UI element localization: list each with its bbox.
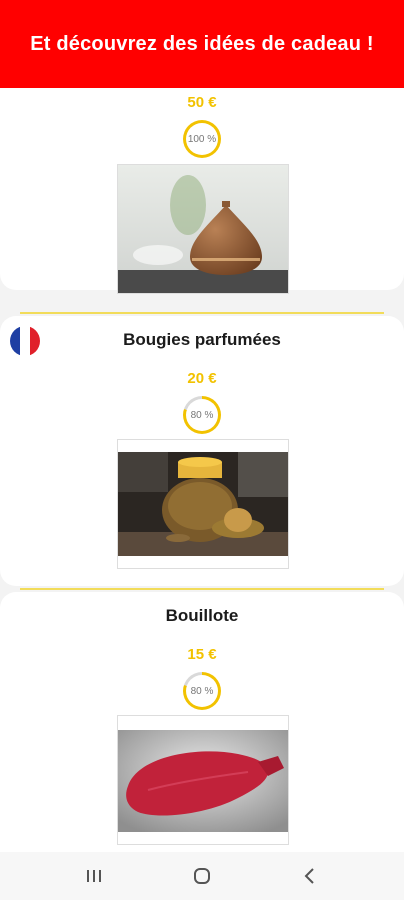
home-icon <box>194 868 210 884</box>
popularity-gauge: 80 % <box>183 396 221 434</box>
popularity-label: 80 % <box>186 399 218 431</box>
gift-price: 20 € <box>187 370 217 387</box>
diffuser-image <box>118 165 288 293</box>
back-button[interactable] <box>290 856 330 896</box>
recent-apps-icon <box>87 870 101 882</box>
item-divider <box>20 588 384 590</box>
gift-photo-diffuser[interactable] <box>117 164 289 294</box>
app-header: Et découvrez des idées de cadeau ! <box>0 0 404 88</box>
header-title: Et découvrez des idées de cadeau ! <box>30 32 374 55</box>
gift-card-candles[interactable]: Bougies parfumées 20 € 80 % <box>0 316 404 586</box>
popularity-label: 80 % <box>186 675 218 707</box>
gift-card-hot-water-bottle[interactable]: Bouillote 15 € 80 % <box>0 592 404 852</box>
popularity-gauge: 100 % <box>183 120 221 158</box>
candles-image <box>118 440 288 568</box>
gift-card-diffuser[interactable]: 50 € 100 % <box>0 88 404 294</box>
gift-price: 15 € <box>187 646 217 663</box>
gift-list[interactable]: 50 € 100 % Bougies parfumées 20 € 80 % B… <box>0 88 404 852</box>
hot-water-bottle-image <box>118 716 288 844</box>
gift-photo-hot-water-bottle[interactable] <box>117 715 289 845</box>
home-button[interactable] <box>182 856 222 896</box>
popularity-gauge: 80 % <box>183 672 221 710</box>
gift-title: Bougies parfumées <box>123 330 281 349</box>
gift-price: 50 € <box>187 94 217 111</box>
back-icon <box>304 868 314 884</box>
gift-title: Bouillote <box>165 606 239 625</box>
gift-photo-candles[interactable] <box>117 439 289 569</box>
system-nav-bar <box>0 852 404 900</box>
recent-apps-button[interactable] <box>74 856 114 896</box>
item-divider <box>20 312 384 314</box>
popularity-label: 100 % <box>186 123 218 155</box>
